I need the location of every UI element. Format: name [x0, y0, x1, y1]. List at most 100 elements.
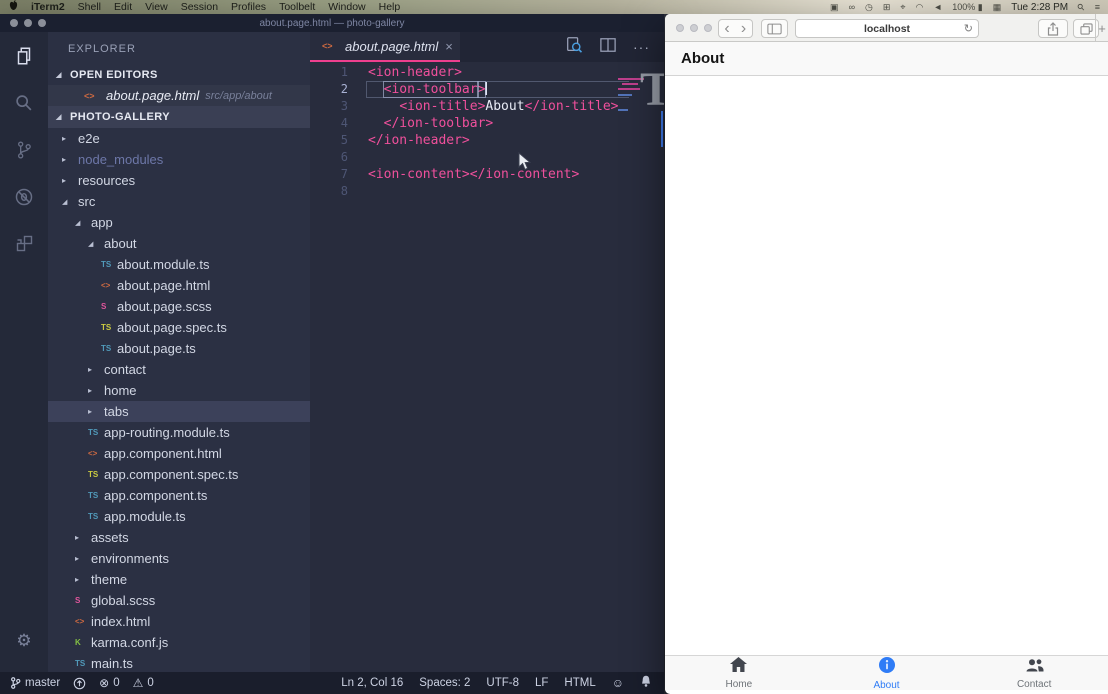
screen-record-icon[interactable]: ▣: [830, 2, 839, 13]
tree-file-about.page.html[interactable]: <>about.page.html: [48, 275, 310, 296]
tab-home[interactable]: Home: [665, 656, 813, 690]
tree-file-global.scss[interactable]: Sglobal.scss: [48, 590, 310, 611]
back-button[interactable]: ‹: [718, 19, 736, 38]
code-line-1[interactable]: 1<ion-header>: [310, 64, 664, 81]
notification-center-icon[interactable]: ≡: [1095, 2, 1100, 12]
share-icon[interactable]: [1038, 19, 1068, 38]
tree-file-app.component.ts[interactable]: TSapp.component.ts: [48, 485, 310, 506]
menu-profiles[interactable]: Profiles: [231, 0, 266, 14]
code-line-5[interactable]: 5</ion-header>: [310, 132, 664, 149]
open-preview-icon[interactable]: [565, 36, 583, 59]
airplay-display-icon[interactable]: ⊞: [883, 2, 891, 13]
search-icon[interactable]: [0, 79, 48, 126]
tree-folder-resources[interactable]: ▸resources: [48, 170, 310, 191]
tree-file-index.html[interactable]: <>index.html: [48, 611, 310, 632]
publish-changes-icon[interactable]: [73, 677, 86, 690]
reload-icon[interactable]: ↻: [964, 22, 973, 35]
apple-menu-icon[interactable]: [9, 0, 18, 15]
code-line-8[interactable]: 8: [310, 183, 664, 200]
tree-folder-assets[interactable]: ▸assets: [48, 527, 310, 548]
zoom-window-button[interactable]: [38, 19, 46, 27]
tree-file-app.component.spec.ts[interactable]: TSapp.component.spec.ts: [48, 464, 310, 485]
menu-iterm2[interactable]: iTerm2: [31, 0, 65, 14]
menu-view[interactable]: View: [145, 0, 168, 14]
wifi-icon[interactable]: ◠: [915, 2, 923, 13]
menu-toolbelt[interactable]: Toolbelt: [279, 0, 315, 14]
open-editor-item[interactable]: <> about.page.html src/app/about: [48, 85, 310, 106]
code-line-6[interactable]: 6: [310, 149, 664, 166]
address-bar[interactable]: localhost ↻: [795, 19, 979, 38]
git-branch-indicator[interactable]: master: [10, 676, 60, 690]
code-line-7[interactable]: 7<ion-content></ion-content>: [310, 166, 664, 183]
menu-shell[interactable]: Shell: [78, 0, 101, 14]
tree-file-main.ts[interactable]: TSmain.ts: [48, 653, 310, 672]
close-window-button[interactable]: [676, 24, 684, 32]
project-section-header[interactable]: ◢ PHOTO-GALLERY: [48, 106, 310, 128]
minimize-window-button[interactable]: [690, 24, 698, 32]
explorer-icon[interactable]: [0, 32, 48, 79]
tree-folder-tabs[interactable]: ▸tabs: [48, 401, 310, 422]
debug-icon[interactable]: [0, 173, 48, 220]
tree-folder-app[interactable]: ◢app: [48, 212, 310, 233]
tree-file-about.page.spec.ts[interactable]: TSabout.page.spec.ts: [48, 317, 310, 338]
tree-file-about.page.ts[interactable]: TSabout.page.ts: [48, 338, 310, 359]
tree-folder-environments[interactable]: ▸environments: [48, 548, 310, 569]
tree-folder-about[interactable]: ◢about: [48, 233, 310, 254]
tree-file-app.module.ts[interactable]: TSapp.module.ts: [48, 506, 310, 527]
code-line-2[interactable]: 2 <ion-toolbar>: [310, 81, 664, 98]
tree-folder-contact[interactable]: ▸contact: [48, 359, 310, 380]
tree-folder-node_modules[interactable]: ▸node_modules: [48, 149, 310, 170]
tree-folder-home[interactable]: ▸home: [48, 380, 310, 401]
tree-file-karma.conf.js[interactable]: Kkarma.conf.js: [48, 632, 310, 653]
status-item[interactable]: Ln 2, Col 16: [341, 677, 403, 689]
settings-gear-icon[interactable]: ⚙: [0, 617, 48, 664]
vscode-traffic-lights[interactable]: [10, 19, 46, 27]
spotlight-icon[interactable]: ⚲: [1075, 1, 1087, 13]
tree-file-about.page.scss[interactable]: Sabout.page.scss: [48, 296, 310, 317]
status-item[interactable]: LF: [535, 677, 548, 689]
vscode-titlebar[interactable]: about.page.html — photo-gallery: [0, 14, 664, 32]
zoom-window-button[interactable]: [704, 24, 712, 32]
volume-icon[interactable]: ◄: [933, 2, 942, 12]
notifications-bell-icon[interactable]: [640, 675, 652, 691]
tree-folder-theme[interactable]: ▸theme: [48, 569, 310, 590]
keyboard-brightness-icon[interactable]: ⌖: [900, 2, 905, 13]
safari-traffic-lights[interactable]: [676, 24, 712, 32]
code-line-3[interactable]: 3 <ion-title>About</ion-title>: [310, 98, 664, 115]
status-item[interactable]: UTF-8: [486, 677, 519, 689]
status-item[interactable]: HTML: [564, 677, 595, 689]
code-area[interactable]: 1<ion-header>2 <ion-toolbar>3 <ion-title…: [310, 62, 664, 672]
errors-indicator[interactable]: ⊗ 0: [99, 676, 119, 690]
code-line-4[interactable]: 4 </ion-toolbar>: [310, 115, 664, 132]
more-actions-icon[interactable]: ···: [633, 39, 650, 55]
close-window-button[interactable]: [10, 19, 18, 27]
tree-file-app.component.html[interactable]: <>app.component.html: [48, 443, 310, 464]
source-control-icon[interactable]: [0, 126, 48, 173]
extensions-icon[interactable]: [0, 220, 48, 267]
new-tab-button[interactable]: +: [1095, 14, 1108, 42]
split-editor-icon[interactable]: [599, 37, 617, 58]
glasses-icon[interactable]: ∞: [849, 2, 855, 12]
warnings-indicator[interactable]: ⚠ 0: [133, 676, 154, 690]
tab-contact[interactable]: Contact: [960, 656, 1108, 690]
tree-folder-e2e[interactable]: ▸e2e: [48, 128, 310, 149]
time-machine-icon[interactable]: ◷: [865, 2, 873, 13]
tab-about[interactable]: About: [813, 656, 961, 690]
menu-help[interactable]: Help: [379, 0, 401, 14]
menu-edit[interactable]: Edit: [114, 0, 132, 14]
minimize-window-button[interactable]: [24, 19, 32, 27]
tree-file-about.module.ts[interactable]: TSabout.module.ts: [48, 254, 310, 275]
forward-button[interactable]: ›: [735, 19, 753, 38]
tab-about-page-html[interactable]: <> about.page.html ×: [310, 32, 460, 62]
tree-folder-src[interactable]: ◢src: [48, 191, 310, 212]
sidebar-toggle-icon[interactable]: [761, 19, 788, 38]
input-source-icon[interactable]: ▦: [993, 2, 1002, 13]
menu-session[interactable]: Session: [181, 0, 218, 14]
tab-close-icon[interactable]: ×: [445, 39, 453, 54]
status-item[interactable]: Spaces: 2: [419, 677, 470, 689]
feedback-smiley-icon[interactable]: ☺: [612, 676, 624, 690]
open-editors-section-header[interactable]: ◢ OPEN EDITORS: [48, 64, 310, 85]
tree-file-app-routing.module.ts[interactable]: TSapp-routing.module.ts: [48, 422, 310, 443]
menu-window[interactable]: Window: [328, 0, 365, 14]
battery-label[interactable]: 100% ▮: [952, 2, 982, 13]
